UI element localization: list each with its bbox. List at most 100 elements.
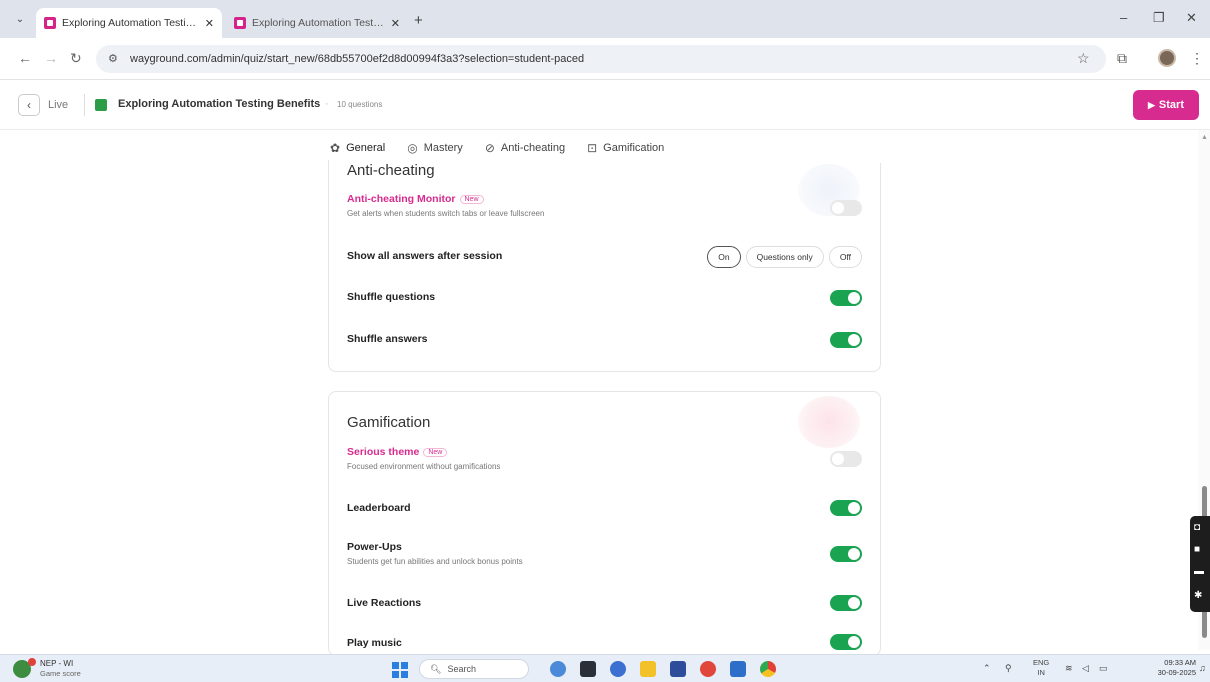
tab-general-label: General <box>346 142 386 154</box>
back-arrow-icon[interactable]: ← <box>18 50 32 66</box>
browser-tab-inactive[interactable]: Exploring Automation Testing I ✕ <box>226 8 408 38</box>
notification-bell-icon[interactable]: ♫ <box>1199 663 1206 673</box>
shuffle-answers-toggle[interactable] <box>830 332 862 348</box>
taskbar-app-icon[interactable] <box>700 661 716 677</box>
gear-icon: ✿ <box>330 141 341 155</box>
serious-theme-row: Serious theme New Focused environment wit… <box>347 446 862 471</box>
quiz-title: Exploring Automation Testing Benefits <box>118 98 321 110</box>
profile-avatar[interactable] <box>1158 49 1176 67</box>
widget-title: NEP - WI <box>40 659 74 668</box>
bookmark-star-icon[interactable]: ☆ <box>1077 50 1090 67</box>
widget-subtitle: Game score <box>40 669 81 678</box>
tab-mastery[interactable]: ◎ Mastery <box>407 141 463 155</box>
title-separator: · <box>325 98 329 110</box>
back-label: Live <box>48 99 69 111</box>
settings-tabs: ✿ General ◎ Mastery ⊘ Anti-cheating ⊡ Ga… <box>330 133 890 163</box>
taskbar-app-icon[interactable] <box>580 661 596 677</box>
taskbar-app-icon[interactable] <box>550 661 566 677</box>
shuffle-questions-row: Shuffle questions <box>347 291 862 303</box>
power-ups-row: Power-Ups Students get fun abilities and… <box>347 541 862 566</box>
mastery-icon: ◎ <box>407 141 418 155</box>
shuffle-answers-row: Shuffle answers <box>347 333 862 345</box>
tab-gamification-label: Gamification <box>603 142 665 154</box>
leaderboard-toggle[interactable] <box>830 500 862 516</box>
anti-cheating-monitor-toggle[interactable] <box>830 200 862 216</box>
taskbar-app-icon[interactable] <box>610 661 626 677</box>
reload-icon[interactable]: ↻ <box>70 50 82 67</box>
serious-theme-description: Focused environment without gamification… <box>347 462 501 471</box>
show-answers-off-button[interactable]: Off <box>828 246 862 268</box>
tab-title: Exploring Automation Testing I <box>252 17 385 29</box>
new-badge: New <box>423 448 448 457</box>
power-ups-description: Students get fun abilities and unlock bo… <box>347 557 523 566</box>
tab-anti-cheating-label: Anti-cheating <box>500 142 566 154</box>
word-app-icon[interactable] <box>730 661 746 677</box>
tab-close-icon[interactable]: ✕ <box>205 17 214 30</box>
anti-cheating-title: Anti-cheating <box>347 162 435 179</box>
browser-menu-icon[interactable]: ⋮ <box>1190 50 1204 67</box>
serious-theme-toggle[interactable] <box>830 451 862 467</box>
leaderboard-label: Leaderboard <box>347 502 411 514</box>
language-indicator[interactable]: ENG IN <box>1033 658 1049 678</box>
file-explorer-icon[interactable] <box>640 661 656 677</box>
tray-chevron-up-icon[interactable]: ⌃ <box>983 663 991 674</box>
tray-app-icon[interactable]: ⚲ <box>1005 663 1012 674</box>
minimize-window-button[interactable]: – <box>1120 10 1127 25</box>
back-to-live-button[interactable]: ‹ Live <box>18 93 68 117</box>
shuffle-questions-label: Shuffle questions <box>347 291 436 303</box>
video-icon[interactable]: ■ <box>1194 544 1200 555</box>
gamification-title: Gamification <box>347 414 431 431</box>
live-reactions-row: Live Reactions <box>347 597 862 609</box>
chevron-left-icon: ‹ <box>18 94 40 116</box>
notification-badge <box>28 658 36 666</box>
start-button[interactable]: ▶ Start <box>1133 90 1199 120</box>
play-icon: ▶ <box>1148 99 1155 110</box>
scroll-up-arrow-icon[interactable]: ▲ <box>1201 134 1208 141</box>
power-ups-toggle[interactable] <box>830 546 862 562</box>
screen-icon[interactable]: ▬ <box>1194 566 1204 577</box>
system-clock[interactable]: 09:33 AM 30-09-2025 <box>1150 658 1196 678</box>
live-reactions-label: Live Reactions <box>347 597 422 609</box>
address-bar-row: ← → ↻ ⚙ wayground.com/admin/quiz/start_n… <box>0 38 1210 80</box>
clock-date: 30-09-2025 <box>1157 668 1196 677</box>
browser-tab-active[interactable]: Exploring Automation Testing I ✕ <box>36 8 222 38</box>
windows-start-icon[interactable] <box>392 662 408 678</box>
taskbar-search[interactable]: 🔍︎ Search <box>419 659 529 679</box>
extensions-icon[interactable]: ⧉ <box>1117 50 1127 67</box>
live-reactions-toggle[interactable] <box>830 595 862 611</box>
taskbar-search-placeholder: Search <box>447 664 476 674</box>
tab-anti-cheating[interactable]: ⊘ Anti-cheating <box>485 141 565 155</box>
shuffle-answers-label: Shuffle answers <box>347 333 428 345</box>
site-favicon-icon <box>44 17 56 29</box>
show-answers-questions-only-button[interactable]: Questions only <box>745 246 824 268</box>
restore-window-button[interactable]: ❐ <box>1153 10 1165 26</box>
forward-arrow-icon[interactable]: → <box>44 50 58 66</box>
anti-cheating-card: Anti-cheating Anti-cheating Monitor New G… <box>328 160 881 372</box>
wifi-icon[interactable]: ≋ <box>1065 663 1073 674</box>
serious-theme-label-text: Serious theme <box>347 446 420 458</box>
battery-icon[interactable]: ▭ <box>1099 663 1108 674</box>
chrome-app-icon[interactable] <box>760 661 776 677</box>
taskbar-app-icon[interactable] <box>670 661 686 677</box>
tab-gamification[interactable]: ⊡ Gamification <box>587 141 664 155</box>
quiz-header: ‹ Live Exploring Automation Testing Bene… <box>0 80 1210 130</box>
tab-general[interactable]: ✿ General <box>330 141 385 155</box>
shuffle-questions-toggle[interactable] <box>830 290 862 306</box>
tab-mastery-label: Mastery <box>423 142 463 154</box>
site-info-icon[interactable]: ⚙ <box>108 52 122 66</box>
play-music-toggle[interactable] <box>830 634 862 650</box>
volume-icon[interactable]: ◁ <box>1082 663 1089 674</box>
url-field[interactable]: ⚙ wayground.com/admin/quiz/start_new/68d… <box>96 45 1106 73</box>
new-tab-button[interactable]: + <box>414 12 423 29</box>
close-window-button[interactable]: ✕ <box>1186 10 1197 26</box>
camera-icon[interactable]: ◘ <box>1194 522 1200 533</box>
gamification-card: Gamification Serious theme New Focused en… <box>328 391 881 656</box>
tab-close-icon[interactable]: ✕ <box>391 17 400 30</box>
show-answers-on-button[interactable]: On <box>707 246 741 268</box>
question-count: 10 questions <box>337 100 383 109</box>
settings-gear-icon[interactable]: ✱ <box>1194 590 1202 601</box>
serious-theme-label: Serious theme New <box>347 446 862 458</box>
tab-search-icon[interactable]: ⌄ <box>12 12 28 28</box>
power-ups-label: Power-Ups <box>347 541 402 553</box>
anti-cheating-monitor-row: Anti-cheating Monitor New Get alerts when… <box>347 193 862 218</box>
